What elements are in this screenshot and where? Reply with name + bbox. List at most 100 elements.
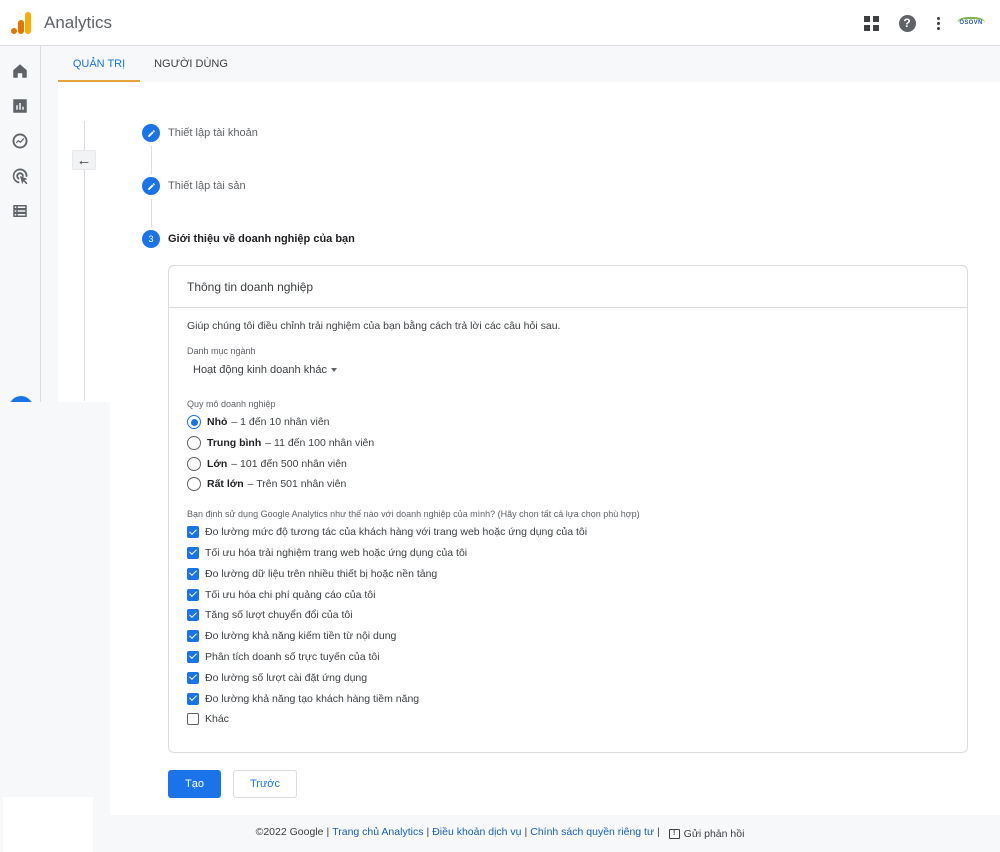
step-label: Thiết lập tài khoản [168,127,258,139]
stepper-connector [151,146,152,174]
size-option-medium[interactable]: Trung bình – 11 đến 100 nhân viên [187,433,949,454]
size-option-large[interactable]: Lớn – 101 đến 500 nhân viên [187,453,949,474]
usage-question-label: Bạn định sử dụng Google Analytics như th… [187,509,949,519]
ads-target-icon[interactable] [11,167,29,185]
separator: | [657,826,660,838]
step-property-setup[interactable]: Thiết lập tài sản [142,177,246,195]
checkbox-label: Tăng số lượt chuyển đổi của tôi [205,609,353,621]
feedback-label: Gửi phản hồi [684,828,745,840]
help-icon[interactable]: ? [897,13,917,33]
industry-select[interactable]: Hoạt động kinh doanh khác [187,364,337,376]
checkbox-label: Đo lường số lượt cài đặt ứng dụng [205,672,367,684]
back-button[interactable]: ← [72,150,96,170]
overlay-patch [3,797,93,852]
usage-option[interactable]: Tối ưu hóa chi phí quảng cáo của tôi [187,584,949,605]
checkbox[interactable] [187,713,199,725]
step-label: Giới thiệu về doanh nghiệp của bạn [168,233,355,245]
usage-option[interactable]: Tăng số lượt chuyển đổi của tôi [187,605,949,626]
industry-label: Danh mục ngành [187,346,949,356]
option-detail: – 11 đến 100 nhân viên [265,437,374,449]
tab-users[interactable]: NGƯỜI DÙNG [148,46,234,82]
feedback-icon: ! [669,829,680,839]
checkbox-label: Khác [205,713,229,725]
checkbox-label: Tối ưu hóa trải nghiệm trang web hoặc ứn… [205,547,467,559]
usage-option[interactable]: Đo lường dữ liệu trên nhiều thiết bị hoặ… [187,563,949,584]
admin-tabs: QUẢN TRỊ NGƯỜI DÙNG [42,46,1000,82]
business-info-card: Thông tin doanh nghiệp Giúp chúng tôi đi… [168,265,968,753]
list-icon[interactable] [11,202,29,220]
separator: | [525,826,528,838]
step-account-setup[interactable]: Thiết lập tài khoản [142,124,258,142]
send-feedback-button[interactable]: ! Gửi phản hồi [669,828,745,840]
business-size-radio-group: Nhỏ – 1 đến 10 nhân viên Trung bình – 11… [187,412,949,495]
usage-option[interactable]: Đo lường mức độ tương tác của khách hàng… [187,522,949,543]
option-detail: – 101 đến 500 nhân viên [231,458,347,470]
checkbox[interactable] [187,526,199,538]
radio-button[interactable] [187,436,201,450]
option-title: Trung bình [207,437,261,449]
radio-button[interactable] [187,477,201,491]
industry-value: Hoạt động kinh doanh khác [193,364,327,376]
footer-link-analytics-home[interactable]: Trang chủ Analytics [332,826,423,838]
usage-option[interactable]: Phân tích doanh số trực tuyến của tôi [187,647,949,668]
tab-admin[interactable]: QUẢN TRỊ [58,46,140,82]
step-label: Thiết lập tài sản [168,180,246,192]
arrow-left-icon: ← [77,152,92,169]
footer-link-terms[interactable]: Điều khoản dịch vụ [432,826,521,838]
step-business-info: 3 Giới thiệu về doanh nghiệp của bạn [142,230,355,248]
checkbox[interactable] [187,568,199,580]
usage-checkbox-group: Đo lường mức độ tương tác của khách hàng… [187,522,949,730]
usage-option-other[interactable]: Khác [187,709,949,730]
radio-button[interactable] [187,457,201,471]
option-detail: – 1 đến 10 nhân viên [231,416,329,428]
caret-down-icon [331,368,337,372]
checkbox-label: Đo lường khả năng tạo khách hàng tiềm nă… [205,693,419,705]
card-title: Thông tin doanh nghiệp [169,266,967,308]
more-vert-icon[interactable] [928,13,948,33]
account-logo[interactable]: OSOVN [957,17,985,27]
home-icon[interactable] [11,62,29,80]
footer: ©2022 Google|Trang chủ Analytics|Điều kh… [0,826,1000,840]
checkbox[interactable] [187,651,199,663]
pencil-icon [142,124,160,142]
pencil-icon [142,177,160,195]
checkbox[interactable] [187,589,199,601]
checkbox-label: Đo lường khả năng kiếm tiền từ nội dung [205,630,396,642]
checkbox[interactable] [187,630,199,642]
option-title: Nhỏ [207,416,227,428]
checkbox[interactable] [187,609,199,621]
previous-button[interactable]: Trước [233,770,297,798]
option-title: Lớn [207,458,227,470]
separator: | [426,826,429,838]
checkbox-label: Đo lường mức độ tương tác của khách hàng… [205,526,587,538]
footer-link-privacy[interactable]: Chính sách quyền riêng tư [530,826,654,838]
size-option-small[interactable]: Nhỏ – 1 đến 10 nhân viên [187,412,949,433]
step-number: 3 [142,230,160,248]
explore-icon[interactable] [11,132,29,150]
usage-option[interactable]: Đo lường số lượt cài đặt ứng dụng [187,667,949,688]
copyright: ©2022 Google [256,826,324,838]
usage-option[interactable]: Đo lường khả năng kiếm tiền từ nội dung [187,626,949,647]
create-button[interactable]: Tạo [168,770,221,798]
bar-chart-icon[interactable] [11,97,29,115]
option-detail: – Trên 501 nhân viên [248,478,347,490]
radio-button[interactable] [187,415,201,429]
apps-icon[interactable] [861,13,881,33]
checkbox-label: Đo lường dữ liệu trên nhiều thiết bị hoặ… [205,568,437,580]
usage-option[interactable]: Đo lường khả năng tạo khách hàng tiềm nă… [187,688,949,709]
checkbox[interactable] [187,693,199,705]
checkbox-label: Phân tích doanh số trực tuyến của tôi [205,651,380,663]
checkbox-label: Tối ưu hóa chi phí quảng cáo của tôi [205,589,375,601]
top-app-bar: Analytics ? OSOVN [0,0,1000,46]
stepper-connector [151,199,152,227]
separator: | [326,826,329,838]
usage-option[interactable]: Tối ưu hóa trải nghiệm trang web hoặc ứn… [187,543,949,564]
checkbox[interactable] [187,547,199,559]
option-title: Rất lớn [207,478,244,490]
overlay-patch [0,402,110,815]
checkbox[interactable] [187,672,199,684]
size-option-very-large[interactable]: Rất lớn – Trên 501 nhân viên [187,474,949,495]
app-title[interactable]: Analytics [44,13,112,33]
intro-text: Giúp chúng tôi điều chỉnh trải nghiệm củ… [187,320,949,332]
analytics-logo-icon[interactable] [11,12,31,34]
